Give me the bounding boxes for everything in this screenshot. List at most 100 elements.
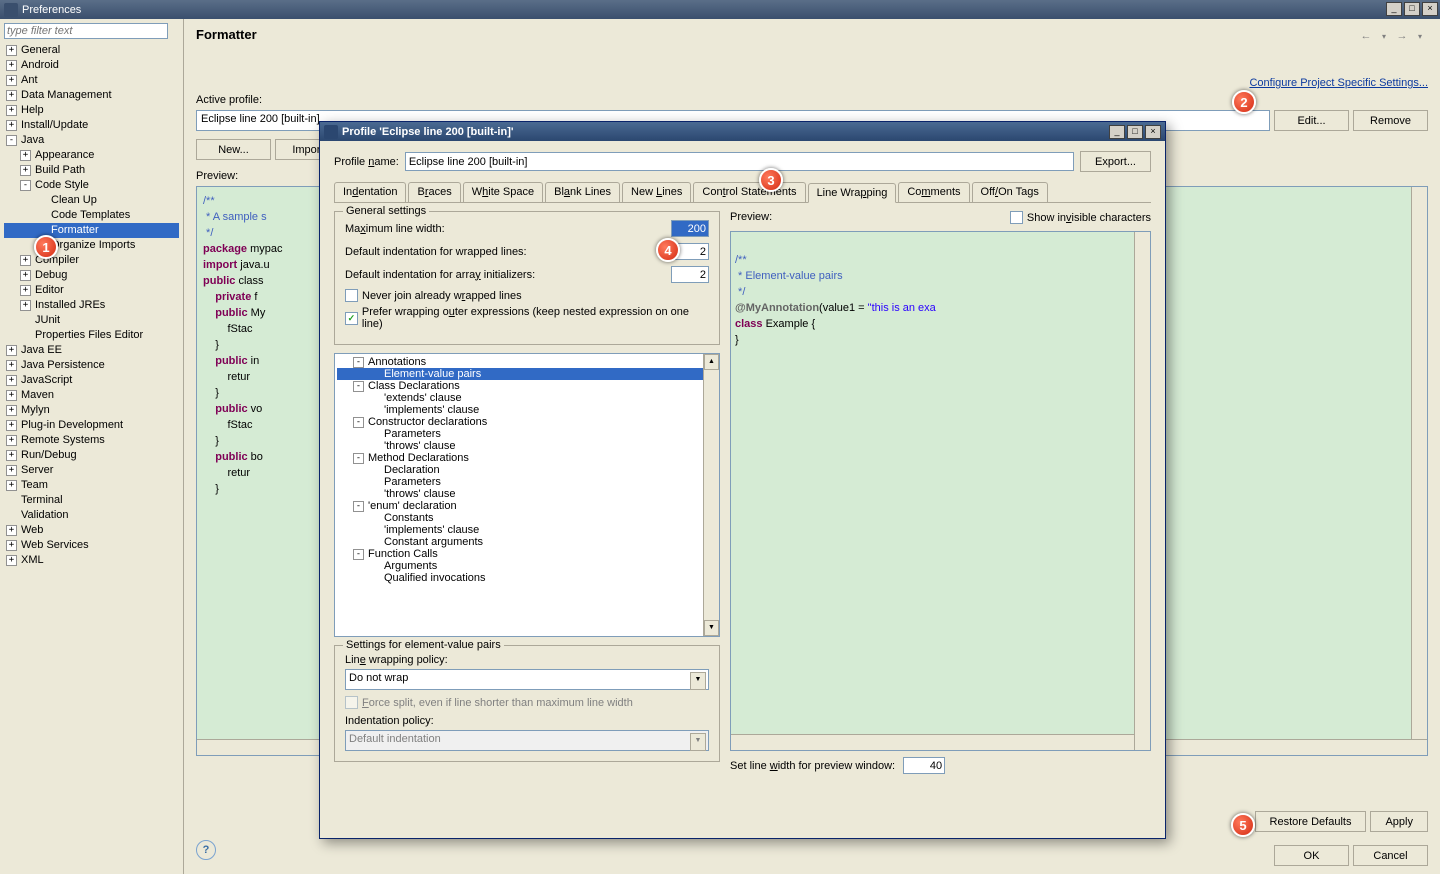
tree-node[interactable]: Installed JREs	[4, 298, 179, 313]
dialog-minimize-button[interactable]: _	[1109, 125, 1125, 139]
tree-node[interactable]: Web Services	[4, 538, 179, 553]
expand-icon[interactable]	[6, 405, 17, 416]
preview-width-input[interactable]	[903, 757, 945, 774]
prefs-titlebar[interactable]: Preferences	[0, 0, 1440, 19]
tree-node[interactable]: Debug	[4, 268, 179, 283]
tree-node[interactable]: General	[4, 43, 179, 58]
profile-name-input[interactable]	[405, 152, 1074, 171]
tab-blank-lines[interactable]: Blank Lines	[545, 182, 620, 202]
scrollbar-vertical[interactable]	[1411, 187, 1427, 739]
tree-node[interactable]: Validation	[4, 508, 179, 523]
tree-node[interactable]: Help	[4, 103, 179, 118]
collapse-icon[interactable]	[353, 549, 364, 560]
wrap-tree-node[interactable]: Function Calls	[337, 548, 717, 560]
tree-node[interactable]: Clean Up	[4, 193, 179, 208]
tree-node[interactable]: Java EE	[4, 343, 179, 358]
tree-node[interactable]: Team	[4, 478, 179, 493]
wrap-tree-node[interactable]: 'enum' declaration	[337, 500, 717, 512]
tree-node[interactable]: Editor	[4, 283, 179, 298]
wrap-tree-node[interactable]: 'throws' clause	[337, 440, 717, 452]
expand-icon[interactable]	[6, 375, 17, 386]
expand-icon[interactable]	[6, 435, 17, 446]
expand-icon[interactable]	[6, 120, 17, 131]
tab-off-on-tags[interactable]: Off/On Tags	[972, 182, 1048, 202]
wrap-tree-node[interactable]: Parameters	[337, 476, 717, 488]
dialog-maximize-button[interactable]: □	[1127, 125, 1143, 139]
expand-icon[interactable]	[20, 285, 31, 296]
tree-node[interactable]: Properties Files Editor	[4, 328, 179, 343]
tree-node[interactable]: Mylyn	[4, 403, 179, 418]
max-line-width-input[interactable]	[671, 220, 709, 237]
wrap-tree-node[interactable]: Constants	[337, 512, 717, 524]
expand-icon[interactable]	[6, 465, 17, 476]
tree-node[interactable]: Plug-in Development	[4, 418, 179, 433]
apply-button[interactable]: Apply	[1370, 811, 1428, 832]
tree-node[interactable]: JavaScript	[4, 373, 179, 388]
collapse-icon[interactable]	[353, 357, 364, 368]
tree-node[interactable]: Ant	[4, 73, 179, 88]
wrap-tree-node[interactable]: 'throws' clause	[337, 488, 717, 500]
expand-icon[interactable]	[6, 525, 17, 536]
tree-node[interactable]: Android	[4, 58, 179, 73]
tab-control-statements[interactable]: Control Statements	[693, 182, 805, 202]
wrap-tree-node[interactable]: Annotations	[337, 356, 717, 368]
wrap-tree-node[interactable]: Method Declarations	[337, 452, 717, 464]
forward-dropdown-icon[interactable]	[1412, 29, 1428, 43]
expand-icon[interactable]	[20, 300, 31, 311]
wrap-tree-node[interactable]: Parameters	[337, 428, 717, 440]
tree-node[interactable]: Java	[4, 133, 179, 148]
configure-project-link[interactable]: Configure Project Specific Settings...	[1249, 77, 1428, 89]
expand-icon[interactable]	[6, 360, 17, 371]
wrap-tree-node[interactable]: Arguments	[337, 560, 717, 572]
never-join-checkbox[interactable]	[345, 289, 358, 302]
tree-node[interactable]: JUnit	[4, 313, 179, 328]
tree-node[interactable]: Build Path	[4, 163, 179, 178]
new-button[interactable]: New...	[196, 139, 271, 160]
expand-icon[interactable]	[6, 345, 17, 356]
tab-new-lines[interactable]: New Lines	[622, 182, 691, 202]
wrap-tree-node[interactable]: Element-value pairs	[337, 368, 717, 380]
prefer-outer-checkbox[interactable]	[345, 312, 358, 325]
collapse-icon[interactable]	[6, 135, 17, 146]
expand-icon[interactable]	[6, 390, 17, 401]
dialog-titlebar[interactable]: Profile 'Eclipse line 200 [built-in]'	[320, 122, 1165, 141]
wrap-tree-node[interactable]: 'extends' clause	[337, 392, 717, 404]
expand-icon[interactable]	[6, 60, 17, 71]
expand-icon[interactable]	[6, 105, 17, 116]
back-icon[interactable]	[1358, 29, 1374, 43]
wrap-tree-node[interactable]: 'implements' clause	[337, 404, 717, 416]
expand-icon[interactable]	[20, 165, 31, 176]
scrollbar-vertical[interactable]	[703, 354, 719, 636]
wrap-tree-node[interactable]: Class Declarations	[337, 380, 717, 392]
wrap-tree-node[interactable]: Qualified invocations	[337, 572, 717, 584]
tree-node[interactable]: Organize Imports	[4, 238, 179, 253]
tree-node[interactable]: Web	[4, 523, 179, 538]
expand-icon[interactable]	[6, 555, 17, 566]
expand-icon[interactable]	[6, 90, 17, 101]
collapse-icon[interactable]	[353, 381, 364, 392]
wrap-tree-node[interactable]: Constructor declarations	[337, 416, 717, 428]
expand-icon[interactable]	[20, 150, 31, 161]
minimize-button[interactable]: _	[1386, 2, 1402, 16]
collapse-icon[interactable]	[353, 453, 364, 464]
expand-icon[interactable]	[6, 540, 17, 551]
tab-braces[interactable]: Braces	[408, 182, 460, 202]
tree-node[interactable]: Remote Systems	[4, 433, 179, 448]
tree-node[interactable]: Data Management	[4, 88, 179, 103]
remove-button[interactable]: Remove	[1353, 110, 1428, 131]
tree-node[interactable]: Run/Debug	[4, 448, 179, 463]
tab-indentation[interactable]: Indentation	[334, 182, 406, 202]
expand-icon[interactable]	[6, 45, 17, 56]
wrap-tree-node[interactable]: 'implements' clause	[337, 524, 717, 536]
scrollbar-vertical[interactable]	[1134, 232, 1150, 750]
expand-icon[interactable]	[20, 255, 31, 266]
dialog-close-button[interactable]: ×	[1145, 125, 1161, 139]
prefs-tree[interactable]: GeneralAndroidAntData ManagementHelp Inst…	[4, 43, 179, 568]
help-icon[interactable]: ?	[196, 840, 216, 860]
back-dropdown-icon[interactable]	[1376, 29, 1392, 43]
tree-node[interactable]: Terminal	[4, 493, 179, 508]
close-button[interactable]: ×	[1422, 2, 1438, 16]
show-invisible-checkbox[interactable]	[1010, 211, 1023, 224]
tree-node[interactable]: Formatter	[4, 223, 179, 238]
tree-node[interactable]: Server	[4, 463, 179, 478]
